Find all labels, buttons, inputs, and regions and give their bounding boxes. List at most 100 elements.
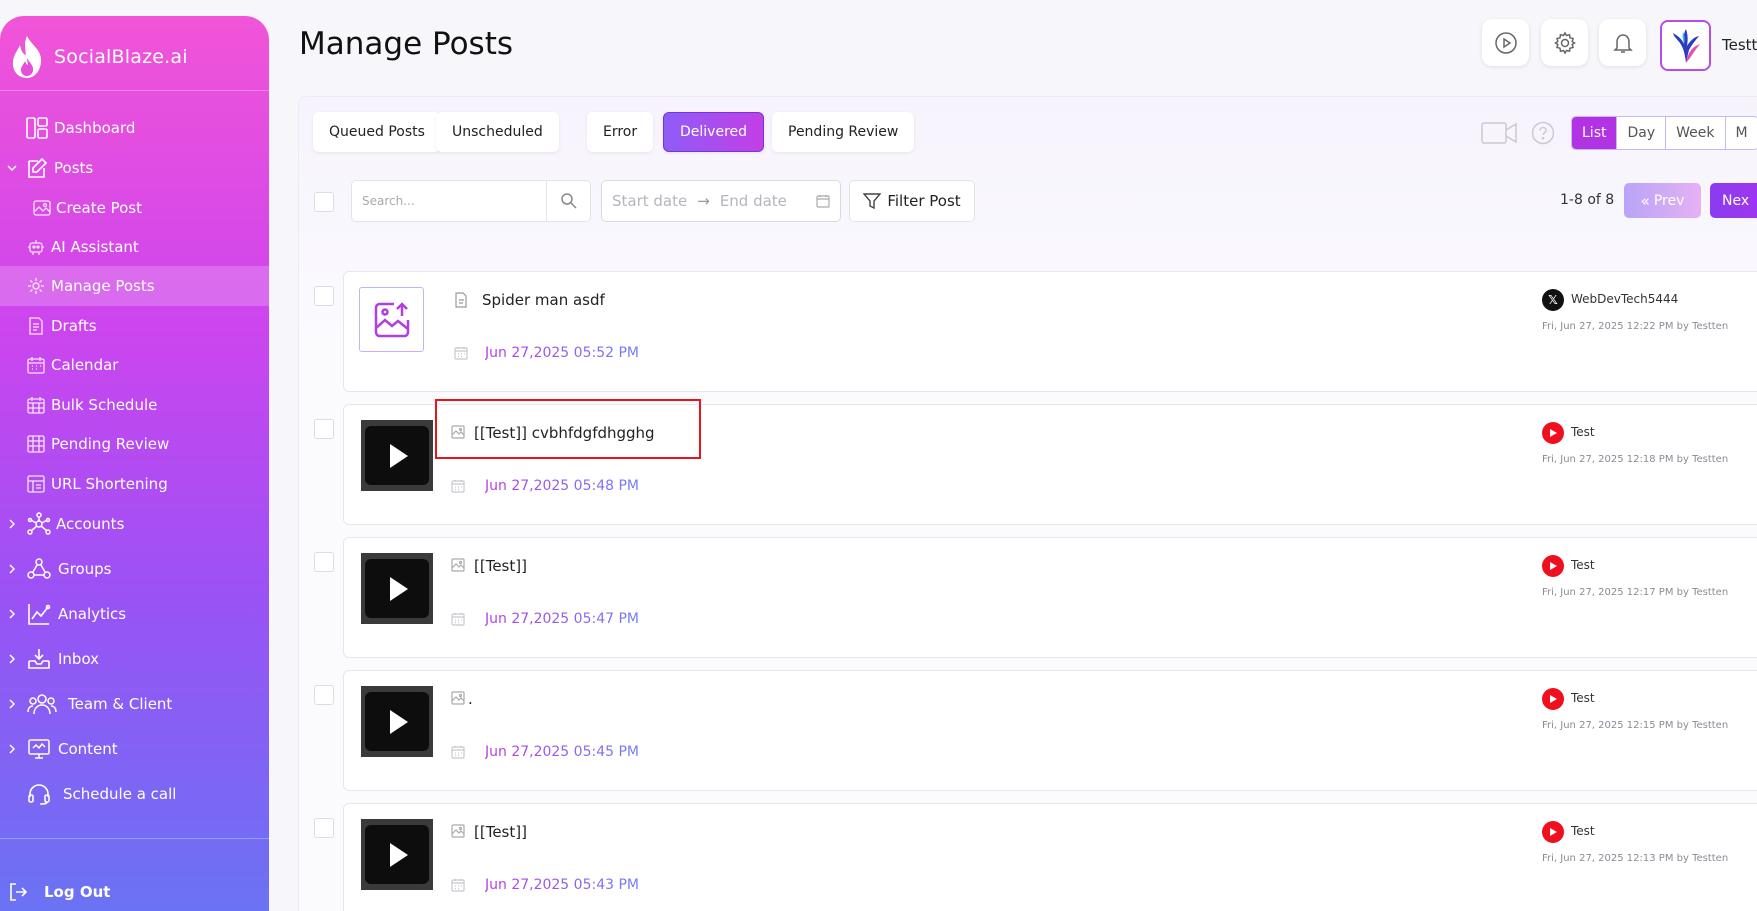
sidebar-item-accounts[interactable]: Accounts (0, 504, 269, 544)
post-date: Jun 27,2025 05:45 PM (485, 744, 639, 760)
post-title[interactable]: [[Test]] (474, 823, 527, 841)
sidebar-item-label: URL Shortening (51, 475, 168, 493)
calendar-icon (816, 195, 830, 208)
tab-delivered[interactable]: Delivered (663, 112, 765, 152)
flame-logo-icon (12, 36, 42, 78)
account-name: Test (1571, 691, 1595, 705)
sidebar-item-dashboard[interactable]: Dashboard (0, 108, 269, 148)
sidebar-item-analytics[interactable]: Analytics (0, 594, 269, 634)
chevron-right-icon (9, 744, 16, 754)
user-name[interactable]: Testt (1722, 36, 1757, 54)
post-checkbox[interactable] (314, 552, 334, 572)
post-checkbox[interactable] (314, 419, 334, 439)
sidebar-item-groups[interactable]: Groups (0, 549, 269, 589)
sidebar-item-drafts[interactable]: Drafts (0, 306, 269, 346)
sidebar-item-label: Calendar (51, 356, 119, 374)
post-meta: Fri, Jun 27, 2025 12:18 PM by Testten (1542, 454, 1729, 465)
x-twitter-icon: 𝕏 (1542, 289, 1564, 311)
account-name: Test (1571, 824, 1595, 838)
tab-pending-review[interactable]: Pending Review (772, 112, 915, 152)
post-meta: Fri, Jun 27, 2025 12:22 PM by Testten (1542, 321, 1729, 332)
sidebar-item-label: Inbox (58, 650, 100, 668)
sidebar-item-pending-review[interactable]: Pending Review (0, 424, 269, 464)
video-tutorial-button[interactable] (1482, 19, 1529, 66)
post-checkbox[interactable] (314, 685, 334, 705)
post-title[interactable]: [[Test]] (474, 557, 527, 575)
view-list-button[interactable]: List (1572, 117, 1617, 149)
view-day-button[interactable]: Day (1616, 117, 1665, 149)
avatar[interactable] (1660, 20, 1711, 71)
select-all-checkbox[interactable] (314, 192, 334, 212)
post-title[interactable]: . (468, 690, 473, 708)
sidebar-item-label: Create Post (56, 199, 142, 217)
youtube-icon (1542, 555, 1564, 577)
view-month-button[interactable]: M (1724, 117, 1757, 149)
image-icon (451, 824, 465, 838)
date-range-picker[interactable]: Start date → End date (601, 180, 841, 222)
notifications-button[interactable] (1599, 19, 1646, 66)
image-icon (451, 691, 465, 705)
sidebar-divider (0, 838, 269, 839)
post-checkbox[interactable] (314, 818, 334, 838)
gear-icon (1553, 31, 1576, 54)
bell-icon (1612, 33, 1633, 53)
post-thumbnail[interactable] (359, 287, 424, 352)
tab-queued-posts[interactable]: Queued Posts (313, 112, 441, 152)
image-upload-icon (374, 301, 409, 337)
post-card[interactable]: Spider man asdf Jun 27,2025 05:52 PM 𝕏 W… (343, 271, 1757, 392)
tab-unscheduled[interactable]: Unscheduled (436, 112, 559, 152)
brand[interactable]: SocialBlaze.ai (8, 32, 188, 82)
video-thumbnail[interactable] (361, 686, 433, 757)
prev-page-button[interactable]: « Prev (1624, 183, 1701, 218)
settings-button[interactable] (1541, 19, 1588, 66)
sidebar-item-label: Content (58, 740, 118, 758)
video-camera-icon[interactable] (1481, 122, 1517, 144)
post-title[interactable]: Spider man asdf (482, 291, 605, 309)
sidebar-item-create-post[interactable]: Create Post (0, 188, 269, 228)
video-thumbnail[interactable] (361, 553, 433, 624)
post-card[interactable]: [[Test]] Jun 27,2025 05:47 PM Test Fri, … (343, 537, 1757, 658)
headset-icon (28, 784, 50, 805)
next-label: Nex (1722, 192, 1750, 209)
sidebar-item-schedule-call[interactable]: Schedule a call (0, 774, 269, 814)
filter-post-button[interactable]: Filter Post (849, 180, 975, 222)
view-week-button[interactable]: Week (1665, 117, 1724, 149)
sidebar-item-label: Bulk Schedule (51, 396, 158, 414)
logout-button[interactable]: Log Out (0, 872, 269, 911)
draft-doc-icon (29, 317, 43, 335)
search-input[interactable] (352, 181, 546, 221)
help-icon[interactable] (1531, 121, 1555, 145)
sidebar-item-posts[interactable]: Posts (0, 148, 269, 188)
chevron-right-icon (9, 519, 16, 529)
sidebar-item-bulk-schedule[interactable]: Bulk Schedule (0, 385, 269, 425)
sidebar-item-label: AI Assistant (51, 238, 139, 256)
sidebar-item-ai-assistant[interactable]: AI Assistant (0, 227, 269, 267)
brand-name: SocialBlaze.ai (54, 46, 188, 68)
youtube-icon (1542, 821, 1564, 843)
post-date: Jun 27,2025 05:43 PM (485, 877, 639, 893)
video-thumbnail[interactable] (361, 819, 433, 890)
sidebar-item-manage-posts[interactable]: Manage Posts (0, 266, 269, 306)
youtube-icon (1542, 422, 1564, 444)
post-card[interactable]: [[Test]] Jun 27,2025 05:43 PM Test Fri, … (343, 803, 1757, 911)
search-button[interactable] (546, 181, 590, 221)
sidebar-item-url-shortening[interactable]: URL Shortening (0, 464, 269, 504)
calendar-icon (451, 746, 465, 759)
next-page-button[interactable]: Nex (1710, 183, 1757, 218)
account-name: WebDevTech5444 (1571, 292, 1679, 306)
account-name: Test (1571, 425, 1595, 439)
sidebar-item-calendar[interactable]: Calendar (0, 345, 269, 385)
post-checkbox[interactable] (314, 286, 334, 306)
post-card[interactable]: . Jun 27,2025 05:45 PM Test Fri, Jun 27,… (343, 670, 1757, 791)
team-icon (27, 694, 57, 715)
sidebar-item-content[interactable]: Content (0, 729, 269, 769)
sidebar-item-inbox[interactable]: Inbox (0, 639, 269, 679)
groups-icon (27, 558, 51, 579)
sidebar-item-team-client[interactable]: Team & Client (0, 684, 269, 724)
tab-error[interactable]: Error (587, 112, 654, 152)
sidebar-item-label: Accounts (56, 515, 125, 533)
post-meta: Fri, Jun 27, 2025 12:15 PM by Testten (1542, 720, 1729, 731)
sidebar-item-label: Analytics (58, 605, 127, 623)
video-thumbnail[interactable] (361, 420, 433, 491)
gear-cog-icon (28, 278, 44, 294)
